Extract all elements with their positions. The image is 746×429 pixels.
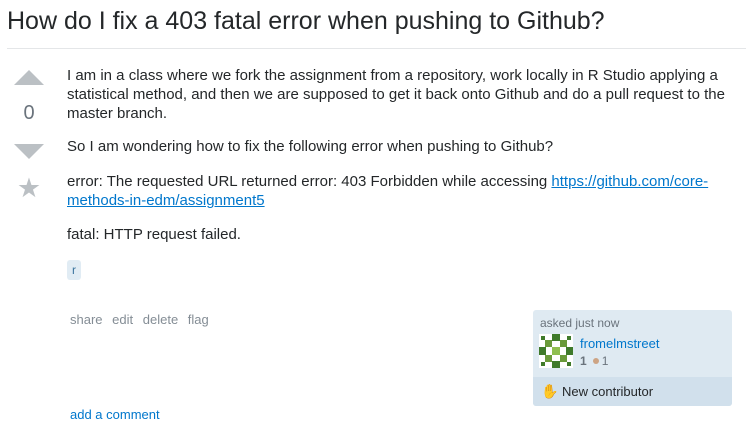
- question-title[interactable]: How do I fix a 403 fatal error when push…: [7, 6, 605, 36]
- title-divider: [7, 48, 746, 49]
- avatar[interactable]: [539, 334, 573, 368]
- share-link[interactable]: share: [70, 312, 103, 327]
- asked-time: asked just now: [540, 316, 620, 330]
- reputation: 11: [580, 354, 608, 368]
- add-comment-link[interactable]: add a comment: [70, 407, 160, 422]
- bronze-badge-count: 1: [601, 354, 609, 368]
- tag-r[interactable]: r: [67, 260, 81, 280]
- body-paragraph: fatal: HTTP request failed.: [67, 226, 241, 243]
- upvote-icon[interactable]: [14, 70, 44, 85]
- downvote-icon[interactable]: [14, 144, 44, 159]
- delete-link[interactable]: delete: [143, 312, 178, 327]
- new-contributor-banner[interactable]: ✋ New contributor: [533, 377, 732, 406]
- new-contributor-label: New contributor: [562, 384, 654, 399]
- user-card: asked just now fromelmstreet 11 ✋ New co…: [533, 310, 732, 406]
- favorite-star-icon[interactable]: ★: [14, 173, 44, 203]
- body-paragraph: I am in a class where we fork the assign…: [67, 67, 725, 122]
- reputation-score: 1: [580, 354, 587, 368]
- bronze-badge-icon: [592, 358, 599, 365]
- waving-hand-icon: ✋: [541, 383, 559, 399]
- error-text: error: The requested URL returned error:…: [67, 173, 552, 190]
- body-paragraph: So I am wondering how to fix the followi…: [67, 138, 554, 155]
- vote-count: 0: [23, 102, 35, 124]
- flag-link[interactable]: flag: [188, 312, 209, 327]
- body-paragraph: error: The requested URL returned error:…: [67, 172, 737, 210]
- edit-link[interactable]: edit: [112, 312, 133, 327]
- username-link[interactable]: fromelmstreet: [580, 336, 659, 351]
- post-menu: share edit delete flag: [70, 312, 215, 327]
